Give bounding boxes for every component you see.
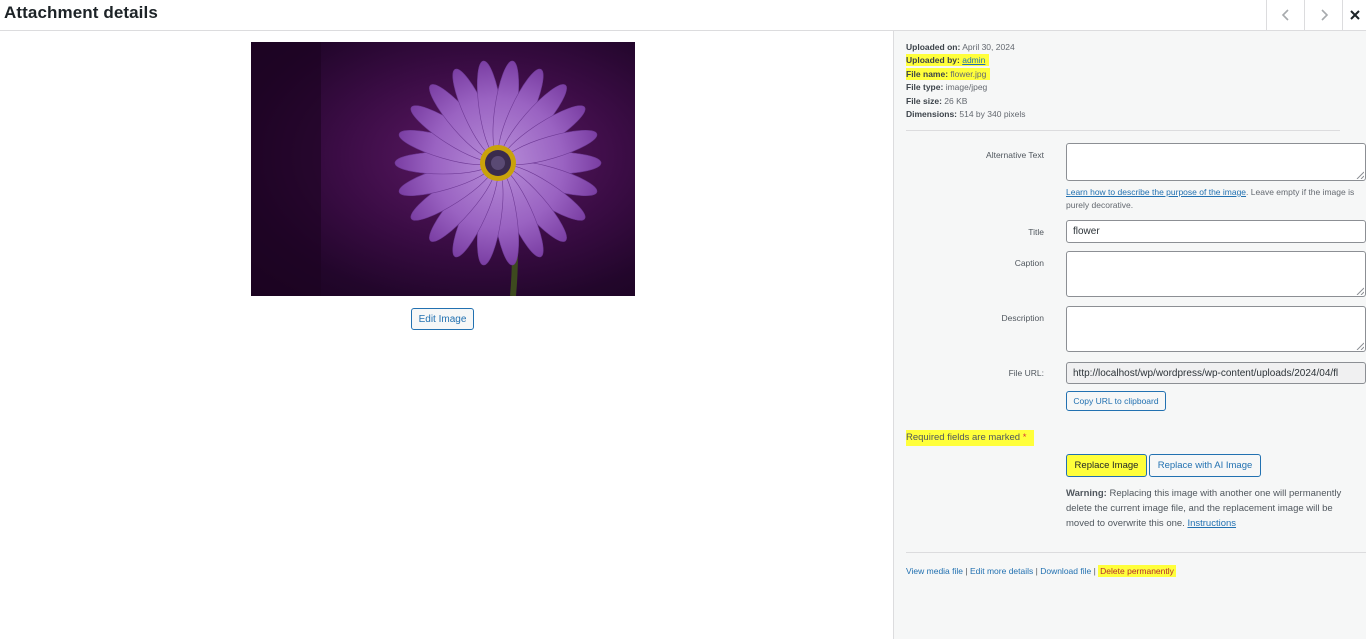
alt-text-help-link[interactable]: Learn how to describe the purpose of the… (1066, 187, 1246, 197)
delete-permanently-link[interactable]: Delete permanently (1098, 565, 1176, 577)
resize-handle-icon[interactable] (1356, 342, 1364, 350)
close-button[interactable] (1342, 0, 1366, 30)
alt-text-input[interactable] (1066, 143, 1366, 181)
replace-warning: Warning: Replacing this image with anoth… (1066, 488, 1342, 529)
replace-image-button[interactable]: Replace Image (1066, 454, 1147, 477)
file-size-row: File size: 26 KB (906, 95, 968, 106)
file-name-value: flower.jpg (950, 68, 987, 79)
modal-header: Attachment details (0, 0, 1366, 31)
alt-text-label: Alternative Text (986, 150, 1044, 160)
required-star: * (1022, 432, 1027, 443)
uploaded-on-value: April 30, 2024 (962, 42, 1015, 52)
next-button[interactable] (1304, 0, 1342, 30)
file-size-value: 26 KB (944, 95, 968, 106)
divider (906, 552, 1366, 553)
caption-input[interactable] (1066, 251, 1366, 297)
description-label: Description (1001, 313, 1044, 323)
chevron-left-icon (1281, 9, 1289, 21)
uploaded-by-link[interactable]: admin (962, 55, 985, 65)
resize-handle-icon[interactable] (1356, 287, 1364, 295)
file-url-input[interactable]: http://localhost/wp/wordpress/wp-content… (1066, 362, 1366, 384)
close-icon (1349, 10, 1360, 20)
file-details: Uploaded on: April 30, 2024 Uploaded by:… (906, 41, 1026, 121)
flower-image (251, 42, 602, 296)
file-url-label: File URL: (1008, 368, 1044, 378)
description-input[interactable] (1066, 306, 1366, 352)
attachment-info-panel: Uploaded on: April 30, 2024 Uploaded by:… (893, 31, 1366, 639)
title-input[interactable]: flower (1066, 220, 1366, 243)
replace-ai-image-button[interactable]: Replace with AI Image (1149, 454, 1261, 477)
dimensions-row: Dimensions: 514 by 340 pixels (906, 109, 1026, 120)
uploaded-by-row: Uploaded by: admin (906, 54, 1026, 67)
file-type-value: image/jpeg (945, 82, 988, 93)
page-title: Attachment details (4, 3, 158, 22)
file-type-row: File type: image/jpeg (906, 82, 988, 93)
uploaded-on-row: Uploaded on: April 30, 2024 (906, 42, 1015, 52)
chevron-right-icon (1320, 9, 1328, 21)
required-fields-note: Required fields are marked * (906, 430, 1035, 446)
previous-button[interactable] (1266, 0, 1304, 30)
download-file-link[interactable]: Download file (1040, 566, 1091, 576)
caption-label: Caption (1014, 258, 1044, 268)
edit-more-details-link[interactable]: Edit more details (970, 566, 1033, 576)
attachment-image (251, 42, 635, 296)
view-media-file-link[interactable]: View media file (906, 566, 963, 576)
title-label: Title (1028, 227, 1044, 237)
alt-text-help: Learn how to describe the purpose of the… (1066, 187, 1355, 210)
edit-image-button[interactable]: Edit Image (411, 308, 474, 330)
file-name-row: File name: flower.jpg (906, 67, 1026, 81)
attachment-actions: View media file | Edit more details | Do… (906, 565, 1176, 577)
attachment-media-view: Edit Image (0, 31, 893, 639)
resize-handle-icon[interactable] (1356, 171, 1364, 179)
divider (906, 130, 1340, 131)
copy-url-button[interactable]: Copy URL to clipboard (1066, 391, 1166, 411)
dimensions-value: 514 by 340 pixels (959, 109, 1026, 120)
instructions-link[interactable]: Instructions (1187, 518, 1236, 529)
